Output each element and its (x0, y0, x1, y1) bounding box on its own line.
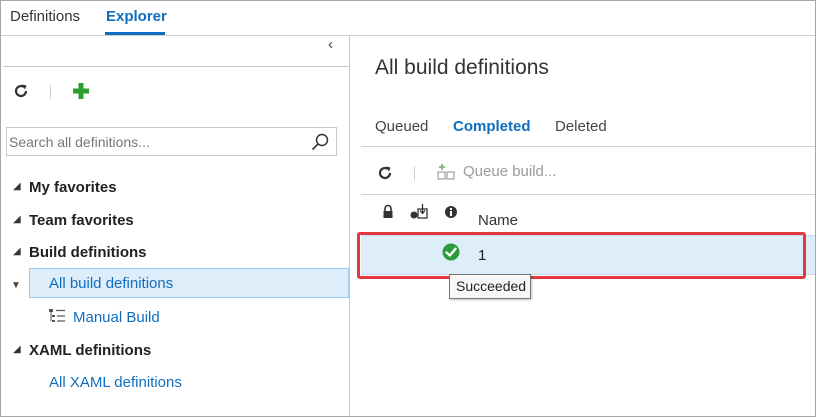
tab-completed[interactable]: Completed (453, 118, 531, 135)
tree-node-team-favorites[interactable]: ◢ Team favorites (1, 206, 341, 236)
toolbar-divider (361, 194, 815, 195)
tab-definitions[interactable]: Definitions (10, 8, 80, 25)
tree-node-label: All build definitions (49, 275, 174, 292)
column-header-name[interactable]: Name (478, 212, 518, 229)
active-tab-indicator (105, 32, 165, 35)
tree-expanded-icon[interactable]: ▼ (11, 280, 21, 291)
tree-node-label: My favorites (29, 179, 117, 196)
search-input[interactable] (9, 131, 301, 153)
tree-node-manual-build[interactable]: Manual Build (1, 303, 301, 333)
tree-expand-icon[interactable]: ◢ (13, 246, 21, 257)
tree-node-label: Team favorites (29, 212, 134, 229)
tab-explorer[interactable]: Explorer (106, 8, 167, 25)
refresh-icon[interactable] (11, 81, 31, 101)
search-icon[interactable] (310, 132, 330, 152)
panel-divider (3, 66, 350, 67)
toolbar-separator (414, 166, 415, 180)
add-icon[interactable] (71, 81, 91, 101)
status-tooltip: Succeeded (449, 274, 531, 299)
tabs-divider (361, 146, 815, 147)
tree-node-label: Build definitions (29, 244, 147, 261)
refresh-icon[interactable] (375, 163, 395, 183)
tree-node-xaml-definitions[interactable]: ◢ XAML definitions (1, 336, 341, 366)
top-tab-bar: Definitions Explorer (1, 1, 815, 36)
collapse-icon[interactable]: ‹ (328, 36, 333, 53)
tree-expand-icon[interactable]: ◢ (13, 344, 21, 355)
tab-deleted[interactable]: Deleted (555, 118, 607, 135)
main-panel: All build definitions Queued Completed D… (351, 36, 815, 416)
tree-expand-icon[interactable]: ◢ (13, 181, 21, 192)
search-box (6, 127, 337, 156)
lock-icon (383, 204, 393, 218)
highlight-box (357, 232, 806, 279)
queue-build-icon[interactable] (436, 163, 456, 183)
queue-build-button[interactable]: Queue build... (463, 163, 556, 180)
tab-queued[interactable]: Queued (375, 118, 428, 135)
tree-node-label: XAML definitions (29, 342, 152, 359)
tree-node-label: Manual Build (73, 309, 160, 326)
left-panel: ‹ ◢ My favorites ◢ Team favorites ◢ Buil… (1, 36, 350, 416)
tree-node-build-definitions[interactable]: ◢ Build definitions (1, 238, 341, 268)
tree-expand-icon[interactable]: ◢ (13, 214, 21, 225)
tree-node-my-favorites[interactable]: ◢ My favorites (1, 173, 341, 203)
tree-node-all-build-definitions[interactable]: All build definitions (29, 268, 349, 298)
toolbar-separator (50, 85, 51, 99)
tree-node-label: All XAML definitions (49, 374, 182, 391)
tree-node-all-xaml-definitions[interactable]: All XAML definitions (1, 368, 301, 398)
page-title: All build definitions (375, 56, 549, 79)
retain-icon (410, 204, 428, 219)
info-icon (445, 206, 457, 218)
